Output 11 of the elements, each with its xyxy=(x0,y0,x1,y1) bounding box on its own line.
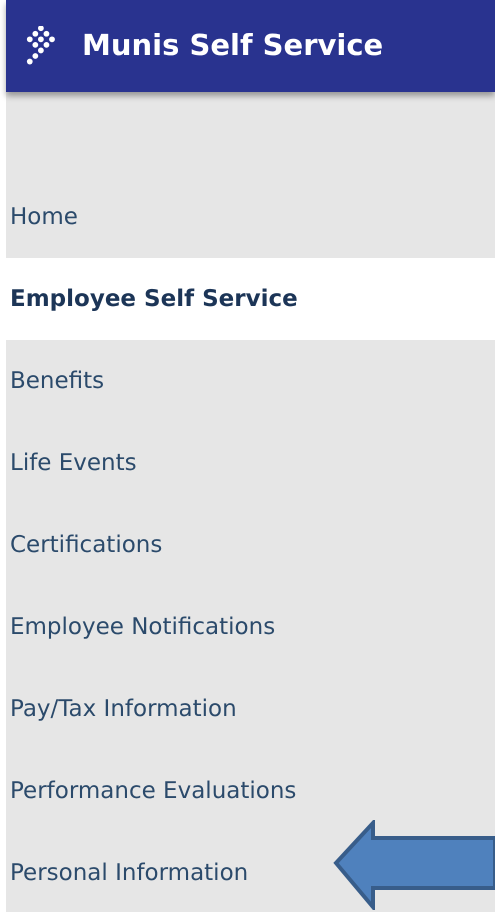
nav-item[interactable]: Certifications xyxy=(10,528,162,562)
nav-item[interactable]: Pay/Tax Information xyxy=(10,692,237,726)
nav-item[interactable]: Benefits xyxy=(10,364,104,398)
nav-item[interactable]: Home xyxy=(10,200,78,234)
arrow-icon xyxy=(333,820,495,910)
nav-item[interactable]: Life Events xyxy=(10,446,137,480)
nav-item[interactable]: Performance Evaluations xyxy=(10,774,296,808)
app-title: Munis Self Service xyxy=(82,27,384,64)
nav-item[interactable]: Employee Notifications xyxy=(10,610,276,644)
nav-item[interactable]: Employee Self Service xyxy=(10,282,298,316)
nav-item[interactable]: Personal Information xyxy=(10,856,248,890)
